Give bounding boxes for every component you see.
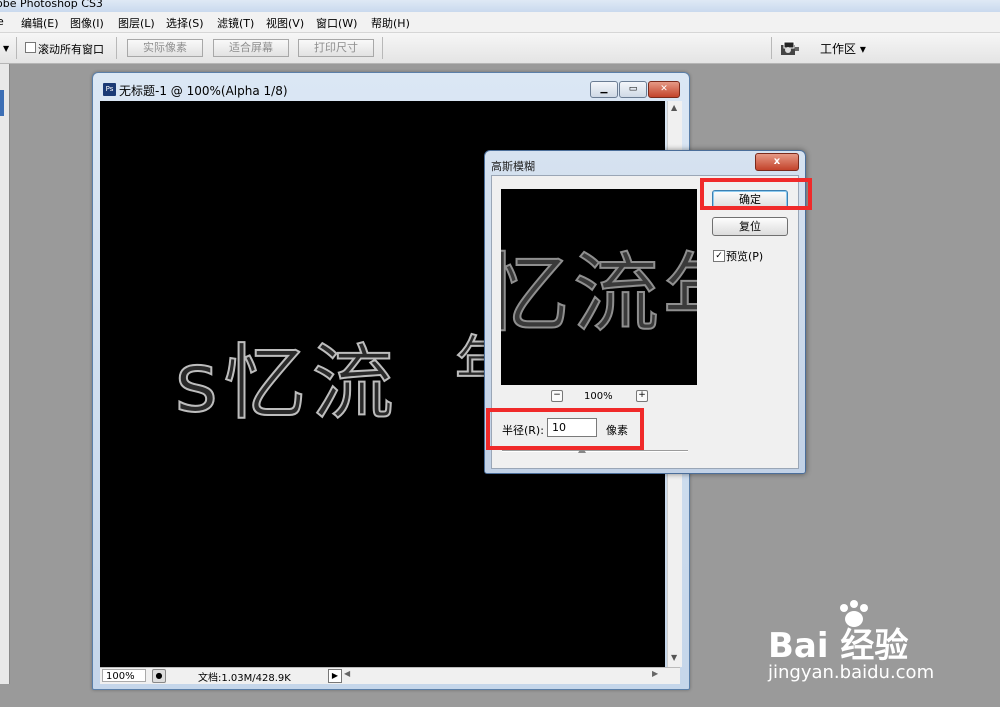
scroll-all-windows-label: 滚动所有窗口: [38, 43, 104, 56]
scroll-all-windows-checkbox[interactable]: [25, 42, 36, 53]
ps-document-icon: Ps: [103, 83, 116, 96]
workspace-menu[interactable]: 工作区 ▾: [820, 40, 866, 57]
menu-window[interactable]: 窗口(W): [316, 15, 357, 31]
app-title: obe Photoshop CS3: [0, 0, 103, 10]
document-title: 无标题-1 @ 100%(Alpha 1/8): [119, 84, 288, 98]
close-icon: x: [773, 156, 781, 167]
preview-label: 预览(P): [726, 250, 764, 263]
baidu-jingyan-logo: Bai 经验: [768, 626, 909, 666]
print-size-button[interactable]: 打印尺寸: [298, 39, 374, 57]
dialog-title: 高斯模糊: [491, 160, 535, 173]
reset-button[interactable]: 复位: [712, 217, 788, 236]
separator: [771, 37, 772, 59]
dialog-close-button[interactable]: x: [755, 153, 799, 171]
separator: [116, 37, 117, 59]
canvas-text: s忆流: [174, 335, 400, 432]
tools-panel-edge: [0, 64, 10, 684]
zoom-level-field[interactable]: 100%: [102, 669, 146, 682]
app-title-bar: obe Photoshop CS3: [0, 0, 1000, 12]
menu-edit[interactable]: 编辑(E): [21, 15, 59, 31]
menu-image[interactable]: 图像(I): [70, 15, 104, 31]
preview-checkbox[interactable]: ✓: [713, 250, 725, 262]
minimize-icon: ▁: [600, 84, 608, 94]
blur-preview[interactable]: 忆流年: [501, 189, 697, 385]
preview-text: 忆流年: [501, 243, 697, 345]
radius-slider[interactable]: [502, 450, 688, 452]
close-icon: ✕: [660, 84, 668, 94]
options-bar: ▼ 滚动所有窗口 实际像素 适合屏幕 打印尺寸 工作区 ▾: [0, 33, 1000, 64]
scroll-up-icon[interactable]: ▲: [671, 103, 677, 112]
separator: [382, 37, 383, 59]
document-size: 文档:1.03M/428.9K: [198, 673, 291, 684]
zoom-out-button[interactable]: −: [551, 390, 563, 402]
baidu-jingyan-url: jingyan.baidu.com: [768, 662, 935, 683]
scroll-down-icon[interactable]: ▼: [671, 653, 677, 662]
workspace-icon[interactable]: [780, 40, 800, 56]
status-menu-arrow-icon[interactable]: ▶: [328, 669, 342, 683]
menu-layer[interactable]: 图层(L): [118, 15, 155, 31]
minimize-button[interactable]: ▁: [590, 81, 618, 98]
ok-button-highlight: [700, 178, 812, 210]
scroll-left-icon[interactable]: ◀: [344, 669, 350, 678]
fit-screen-button[interactable]: 适合屏幕: [213, 39, 289, 57]
menu-filter[interactable]: 滤镜(T): [217, 15, 254, 31]
menu-select[interactable]: 选择(S): [166, 15, 204, 31]
menu-help[interactable]: 帮助(H): [371, 15, 410, 31]
radius-highlight: [486, 408, 644, 450]
menu-view[interactable]: 视图(V): [266, 15, 304, 31]
document-status-bar: 100% ● 文档:1.03M/428.9K ▶ ◀ ▶: [100, 667, 680, 684]
scroll-right-icon[interactable]: ▶: [652, 669, 658, 678]
tool-preset-arrow-icon[interactable]: ▼: [3, 44, 9, 53]
checkmark-icon: ✓: [715, 251, 723, 261]
menu-file[interactable]: e: [0, 15, 4, 28]
close-button[interactable]: ✕: [648, 81, 680, 98]
separator: [16, 37, 17, 59]
status-info-icon[interactable]: ●: [152, 669, 166, 683]
zoom-in-button[interactable]: +: [636, 390, 648, 402]
maximize-button[interactable]: ▭: [619, 81, 647, 98]
menu-bar: e 编辑(E) 图像(I) 图层(L) 选择(S) 滤镜(T) 视图(V) 窗口…: [0, 12, 1000, 33]
maximize-icon: ▭: [628, 84, 638, 94]
actual-pixels-button[interactable]: 实际像素: [127, 39, 203, 57]
preview-zoom: 100%: [584, 391, 613, 402]
tools-panel-tab[interactable]: [0, 90, 4, 116]
